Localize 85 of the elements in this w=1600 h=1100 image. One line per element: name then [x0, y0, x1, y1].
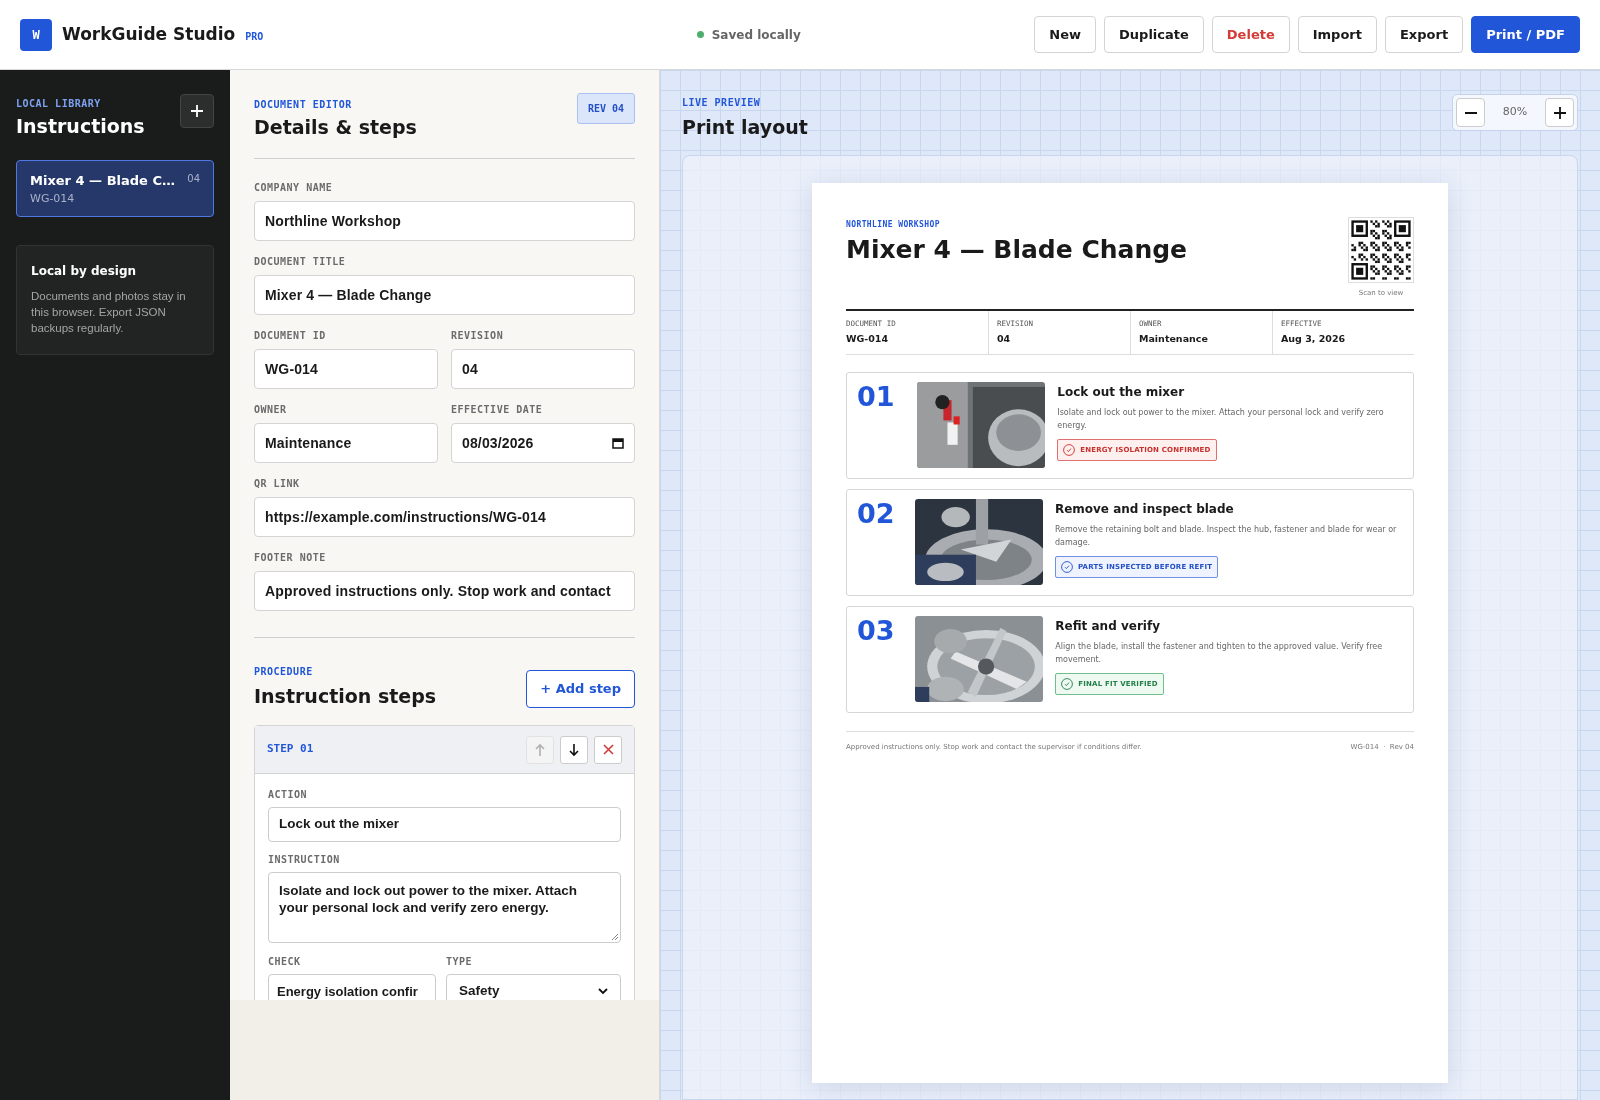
field-label: QR LINK	[254, 478, 301, 490]
close-icon	[602, 744, 614, 755]
zoom-out-button[interactable]	[1456, 98, 1485, 127]
input-field[interactable]: Lock out the mixer	[268, 807, 621, 842]
delete-step-button[interactable]	[594, 735, 622, 764]
qr-code	[1348, 217, 1414, 283]
section-title: Instruction steps	[254, 684, 437, 708]
step-number: 03	[857, 615, 896, 646]
step-number: 01	[857, 381, 896, 412]
field-label: FOOTER NOTE	[254, 552, 327, 564]
toolbar-button[interactable]: Import	[1297, 16, 1377, 53]
field-label: OWNER	[254, 404, 288, 416]
field-label: REVISION	[451, 330, 505, 342]
document-id: WG-014	[30, 192, 76, 206]
app-name: WorkGuide Studio	[62, 22, 236, 46]
calendar-icon[interactable]	[612, 437, 624, 449]
save-status: Saved locally	[711, 26, 801, 44]
plus-icon	[1553, 106, 1566, 119]
section-title: Print layout	[682, 115, 808, 139]
input-field[interactable]: https://example.com/instructions/WG-014	[254, 497, 635, 537]
arrow-down-icon	[568, 742, 580, 757]
toolbar-button[interactable]: Delete	[1211, 16, 1290, 53]
section-eyebrow: LIVE PREVIEW	[682, 97, 762, 109]
input-field[interactable]: WG-014	[254, 349, 438, 389]
check-circle-icon	[1063, 443, 1076, 456]
info-title: Local by design	[31, 264, 138, 279]
company-name: NORTHLINE WORKSHOP	[846, 219, 941, 231]
type-select[interactable]: Safety	[446, 974, 621, 1000]
zoom-level: 80%	[1501, 104, 1529, 121]
add-step-button[interactable]: + Add step	[526, 670, 635, 708]
field-label: EFFECTIVE DATE	[451, 404, 544, 416]
chevron-down-icon	[598, 988, 608, 995]
step-text: Remove the retaining bolt and blade. Inspect the hub, fastener and blade for wear or damage.	[1054, 523, 1398, 549]
step-text: Align the blade, install the fastener and tighten to the approved value. Verify free movement.	[1055, 640, 1384, 666]
date-field[interactable]: 08/03/2026	[451, 423, 635, 463]
document-revision: 04	[187, 173, 200, 186]
toolbar-button[interactable]: Export	[1385, 16, 1464, 53]
toolbar-button[interactable]: Duplicate	[1104, 16, 1204, 53]
check-circle-icon	[1060, 560, 1073, 573]
text-area[interactable]: Isolate and lock out power to the mixer. Attach your personal lock and verify zero energy.	[268, 872, 621, 943]
input-field[interactable]: Northline Workshop	[254, 201, 635, 241]
section-eyebrow: PROCEDURE	[254, 666, 314, 678]
meta-value: 04	[997, 331, 1012, 346]
step-title: Remove and inspect blade	[1054, 500, 1235, 518]
document-title: Mixer 4 — Blade Change	[846, 235, 1188, 265]
input-field[interactable]: Energy isolation confir	[268, 974, 436, 1000]
field-label: ACTION	[268, 789, 309, 801]
document-item[interactable]: Mixer 4 — Blade C… WG-014 04	[16, 160, 214, 217]
app-logo: W	[20, 18, 52, 51]
toolbar-button[interactable]: New	[1034, 16, 1097, 53]
arrow-up-icon	[534, 742, 546, 757]
field-label: INSTRUCTION	[268, 854, 341, 866]
plus-icon	[190, 104, 204, 118]
step-number: 02	[857, 498, 896, 529]
info-text: Documents and photos stay in this browser. Export JSON backups regularly.	[31, 289, 187, 336]
field-label: TYPE	[446, 956, 474, 968]
field-label: DOCUMENT ID	[254, 330, 327, 342]
meta-value: WG-014	[846, 331, 890, 346]
move-down-button[interactable]	[560, 735, 588, 764]
check-circle-icon	[1061, 677, 1074, 690]
section-title: Details & steps	[254, 115, 417, 139]
section-eyebrow: DOCUMENT EDITOR	[254, 99, 353, 111]
field-label: CHECK	[268, 956, 302, 968]
revision-badge: REV 04	[576, 93, 635, 124]
input-field[interactable]: 04	[451, 349, 635, 389]
add-document-button[interactable]	[180, 94, 214, 128]
meta-value: Maintenance	[1139, 331, 1209, 346]
field-label: DOCUMENT TITLE	[254, 256, 347, 268]
minus-icon	[1464, 111, 1477, 114]
step-title: Refit and verify	[1055, 617, 1161, 635]
meta-value: Aug 3, 2026	[1281, 331, 1347, 346]
toolbar-button[interactable]: Print / PDF	[1471, 16, 1580, 53]
step-label: STEP 01	[267, 741, 314, 758]
resize-handle-icon[interactable]	[611, 933, 618, 940]
input-field[interactable]: Mixer 4 — Blade Change	[254, 275, 635, 315]
input-field[interactable]: Maintenance	[254, 423, 438, 463]
document-title: Mixer 4 — Blade C…	[30, 173, 175, 189]
step-text: Isolate and lock out power to the mixer. Attach your personal lock and verify zero energy.	[1057, 406, 1385, 432]
zoom-in-button[interactable]	[1545, 98, 1574, 127]
sidebar-title: Instructions	[16, 114, 145, 138]
step-title: Lock out the mixer	[1057, 383, 1186, 401]
section-eyebrow: LOCAL LIBRARY	[16, 98, 102, 110]
input-field[interactable]: Approved instructions only. Stop work and contact	[254, 571, 635, 611]
plan-label: PRO	[245, 30, 264, 44]
field-label: COMPANY NAME	[254, 182, 334, 194]
